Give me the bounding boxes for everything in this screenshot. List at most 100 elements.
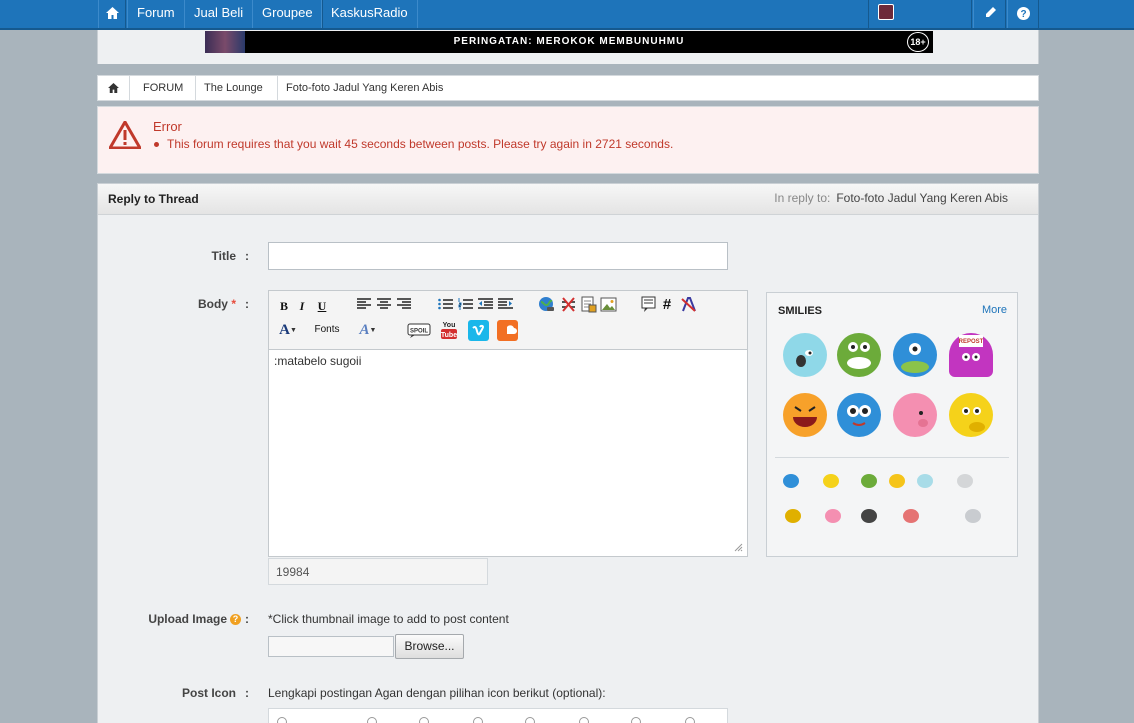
upload-note: *Click thumbnail image to add to post co… bbox=[268, 612, 509, 626]
age-badge: 18+ bbox=[907, 32, 929, 52]
bullet-list-button[interactable] bbox=[437, 297, 453, 315]
title-colon: : bbox=[245, 249, 249, 263]
smiley-icon bbox=[901, 343, 929, 373]
body-label-text: Body bbox=[197, 297, 228, 311]
smiley-big-5[interactable] bbox=[783, 393, 827, 437]
quote-button[interactable] bbox=[639, 296, 657, 314]
smiley-small-10[interactable] bbox=[903, 509, 919, 523]
youtube-button[interactable]: You Tube bbox=[439, 320, 459, 339]
smiley-small-3[interactable] bbox=[861, 474, 877, 488]
breadcrumb-thread[interactable]: Foto-foto Jadul Yang Keren Abis bbox=[286, 76, 443, 100]
bold-button[interactable]: B bbox=[277, 297, 291, 315]
smiley-small-8[interactable] bbox=[825, 509, 841, 523]
ad-banner[interactable]: PERINGATAN: MEROKOK MEMBUNUHMU 18+ bbox=[205, 31, 933, 53]
remove-format-button[interactable] bbox=[679, 296, 697, 314]
spoiler-button[interactable]: SPOIL bbox=[407, 323, 431, 341]
user-menu[interactable]: kasetkuser bbox=[868, 0, 972, 46]
smiley-big-8[interactable] bbox=[949, 393, 993, 437]
smiley-big-7[interactable] bbox=[893, 393, 937, 437]
post-icon-radio[interactable] bbox=[579, 717, 589, 723]
numbered-list-button[interactable] bbox=[457, 297, 473, 315]
post-icon-radio[interactable] bbox=[419, 717, 429, 723]
error-message: This forum requires that you wait 45 sec… bbox=[153, 137, 674, 151]
post-icon-radio[interactable] bbox=[685, 717, 695, 723]
youtube-icon: You Tube bbox=[441, 322, 457, 339]
home-button[interactable] bbox=[98, 0, 126, 28]
smiley-small-4[interactable] bbox=[889, 474, 905, 488]
resize-handle-icon[interactable] bbox=[733, 542, 743, 552]
rich-text-editor: B I U # A▼ Fonts A▼ SPOIL You Tube:mata… bbox=[268, 290, 748, 557]
smiley-icon bbox=[962, 407, 985, 432]
post-icon-radio[interactable] bbox=[277, 717, 287, 723]
smiley-icon bbox=[847, 405, 871, 426]
align-left-icon bbox=[357, 298, 371, 309]
smiley-small-9[interactable] bbox=[861, 509, 877, 523]
help-icon: ? bbox=[1016, 7, 1030, 20]
panel-title: Reply to Thread bbox=[108, 192, 199, 206]
outdent-button[interactable] bbox=[477, 297, 493, 315]
smilies-panel: SMILIES More REPOST bbox=[766, 292, 1018, 557]
smiley-small-7[interactable] bbox=[785, 509, 801, 523]
in-reply-to: In reply to: Foto-foto Jadul Yang Keren A… bbox=[774, 191, 1008, 205]
indent-button[interactable] bbox=[497, 297, 513, 315]
vimeo-icon bbox=[467, 320, 489, 341]
insert-link-button[interactable] bbox=[537, 296, 555, 314]
body-label: Body * bbox=[158, 297, 236, 311]
align-left-button[interactable] bbox=[356, 297, 372, 315]
smiley-big-6[interactable] bbox=[837, 393, 881, 437]
smilies-more-link[interactable]: More bbox=[982, 304, 1007, 316]
align-center-button[interactable] bbox=[376, 297, 392, 315]
font-color-dropdown[interactable]: A▼ bbox=[275, 321, 301, 339]
font-family-dropdown[interactable]: Fonts bbox=[307, 321, 347, 339]
editor-toolbar: B I U # A▼ Fonts A▼ SPOIL You Tube bbox=[269, 291, 747, 349]
top-navbar: Forum Jual Beli Groupee KaskusRadio kase… bbox=[0, 0, 1134, 46]
post-icon-radio[interactable] bbox=[367, 717, 377, 723]
indent-icon bbox=[497, 298, 513, 309]
new-post-button[interactable] bbox=[973, 0, 1006, 28]
browse-button[interactable]: Browse... bbox=[395, 634, 464, 659]
smiley-big-2[interactable] bbox=[837, 333, 881, 377]
breadcrumb: FORUM The Lounge Foto-foto Jadul Yang Ke… bbox=[97, 75, 1039, 101]
italic-button[interactable]: I bbox=[295, 297, 309, 315]
hashtag-button[interactable]: # bbox=[659, 296, 675, 314]
title-input[interactable] bbox=[268, 242, 728, 270]
smiley-small-6[interactable] bbox=[957, 474, 973, 488]
post-icon-label: Post Icon bbox=[181, 686, 236, 700]
body-colon: : bbox=[245, 297, 249, 311]
nav-groupee[interactable]: Groupee bbox=[252, 0, 323, 28]
nav-jual-beli[interactable]: Jual Beli bbox=[184, 0, 254, 28]
breadcrumb-separator bbox=[122, 76, 130, 100]
insert-file-button[interactable] bbox=[579, 296, 597, 314]
post-icon-colon: : bbox=[245, 686, 249, 700]
nav-kaskusradio[interactable]: KaskusRadio bbox=[321, 0, 418, 28]
breadcrumb-forum[interactable]: FORUM bbox=[143, 76, 183, 100]
smiley-small-11[interactable] bbox=[965, 509, 981, 523]
character-counter: 19984 bbox=[268, 558, 488, 585]
svg-text:Tube: Tube bbox=[441, 332, 457, 339]
post-icon-radio[interactable] bbox=[631, 717, 641, 723]
vimeo-button[interactable] bbox=[467, 320, 489, 341]
help-icon[interactable]: ? bbox=[230, 614, 241, 625]
upload-file-field[interactable] bbox=[268, 636, 394, 657]
post-icon-radio[interactable] bbox=[473, 717, 483, 723]
smiley-big-1[interactable] bbox=[783, 333, 827, 377]
smiley-small-2[interactable] bbox=[823, 474, 839, 488]
underline-button[interactable]: U bbox=[315, 297, 329, 315]
home-icon[interactable] bbox=[108, 83, 119, 93]
help-button[interactable]: ? bbox=[1007, 0, 1039, 28]
font-size-dropdown[interactable]: A▼ bbox=[355, 321, 381, 339]
smiley-big-4[interactable]: REPOST bbox=[949, 333, 993, 377]
in-reply-thread[interactable]: Foto-foto Jadul Yang Keren Abis bbox=[836, 191, 1008, 205]
breadcrumb-separator bbox=[270, 76, 278, 100]
unlink-button[interactable] bbox=[559, 296, 577, 314]
nav-forum[interactable]: Forum bbox=[127, 0, 185, 28]
insert-image-button[interactable] bbox=[599, 296, 617, 314]
post-icon-radio[interactable] bbox=[525, 717, 535, 723]
align-right-button[interactable] bbox=[396, 297, 412, 315]
smiley-small-1[interactable] bbox=[783, 474, 799, 488]
smiley-big-3[interactable] bbox=[893, 333, 937, 377]
smiley-small-5[interactable] bbox=[917, 474, 933, 488]
body-textarea[interactable]: :matabelo sugoii bbox=[269, 349, 747, 556]
soundcloud-button[interactable] bbox=[496, 320, 518, 341]
breadcrumb-the-lounge[interactable]: The Lounge bbox=[204, 76, 263, 100]
